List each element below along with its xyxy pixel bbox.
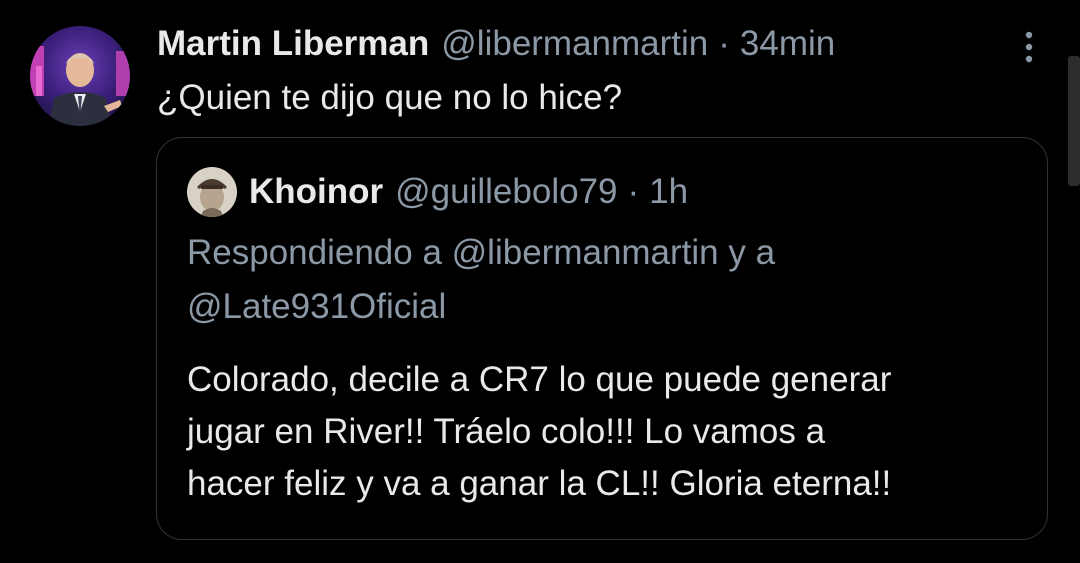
quoted-author-handle[interactable]: @guillebolo79 — [395, 170, 617, 214]
quoted-author-avatar[interactable] — [187, 167, 237, 217]
tweet-timestamp[interactable]: 34min — [740, 22, 835, 66]
scrollbar[interactable] — [1068, 56, 1080, 186]
more-vertical-icon[interactable] — [1014, 30, 1044, 64]
quoted-tweet-header: Khoinor @guillebolo79 · 1h — [249, 170, 688, 214]
quoted-text-line: Colorado, decile a CR7 lo que puede gene… — [187, 360, 892, 399]
quoted-author-name[interactable]: Khoinor — [249, 170, 383, 214]
author-avatar[interactable] — [30, 26, 130, 126]
author-name[interactable]: Martin Liberman — [157, 22, 429, 66]
replying-to: Respondiendo a @libermanmartin y a @Late… — [187, 226, 1037, 334]
tweet-header: Martin Liberman @libermanmartin · 34min — [157, 22, 835, 66]
quoted-tweet[interactable]: Khoinor @guillebolo79 · 1h Respondiendo … — [156, 137, 1048, 540]
tweet[interactable]: Martin Liberman @libermanmartin · 34min … — [0, 0, 1080, 563]
quoted-text-line: jugar en River!! Tráelo colo!!! Lo vamos… — [187, 412, 826, 451]
author-handle[interactable]: @libermanmartin — [441, 22, 708, 66]
replying-to-line[interactable]: @Late931Oficial — [187, 280, 1037, 334]
quoted-tweet-text: Colorado, decile a CR7 lo que puede gene… — [187, 354, 1037, 510]
replying-to-line: Respondiendo a @libermanmartin y a — [187, 233, 776, 272]
quoted-header-separator: · — [627, 172, 640, 211]
tweet-text: ¿Quien te dijo que no lo hice? — [157, 78, 623, 117]
header-separator: · — [718, 24, 730, 63]
quoted-text-line: hacer feliz y va a ganar la CL!! Gloria … — [187, 464, 892, 503]
quoted-tweet-timestamp[interactable]: 1h — [649, 170, 688, 214]
